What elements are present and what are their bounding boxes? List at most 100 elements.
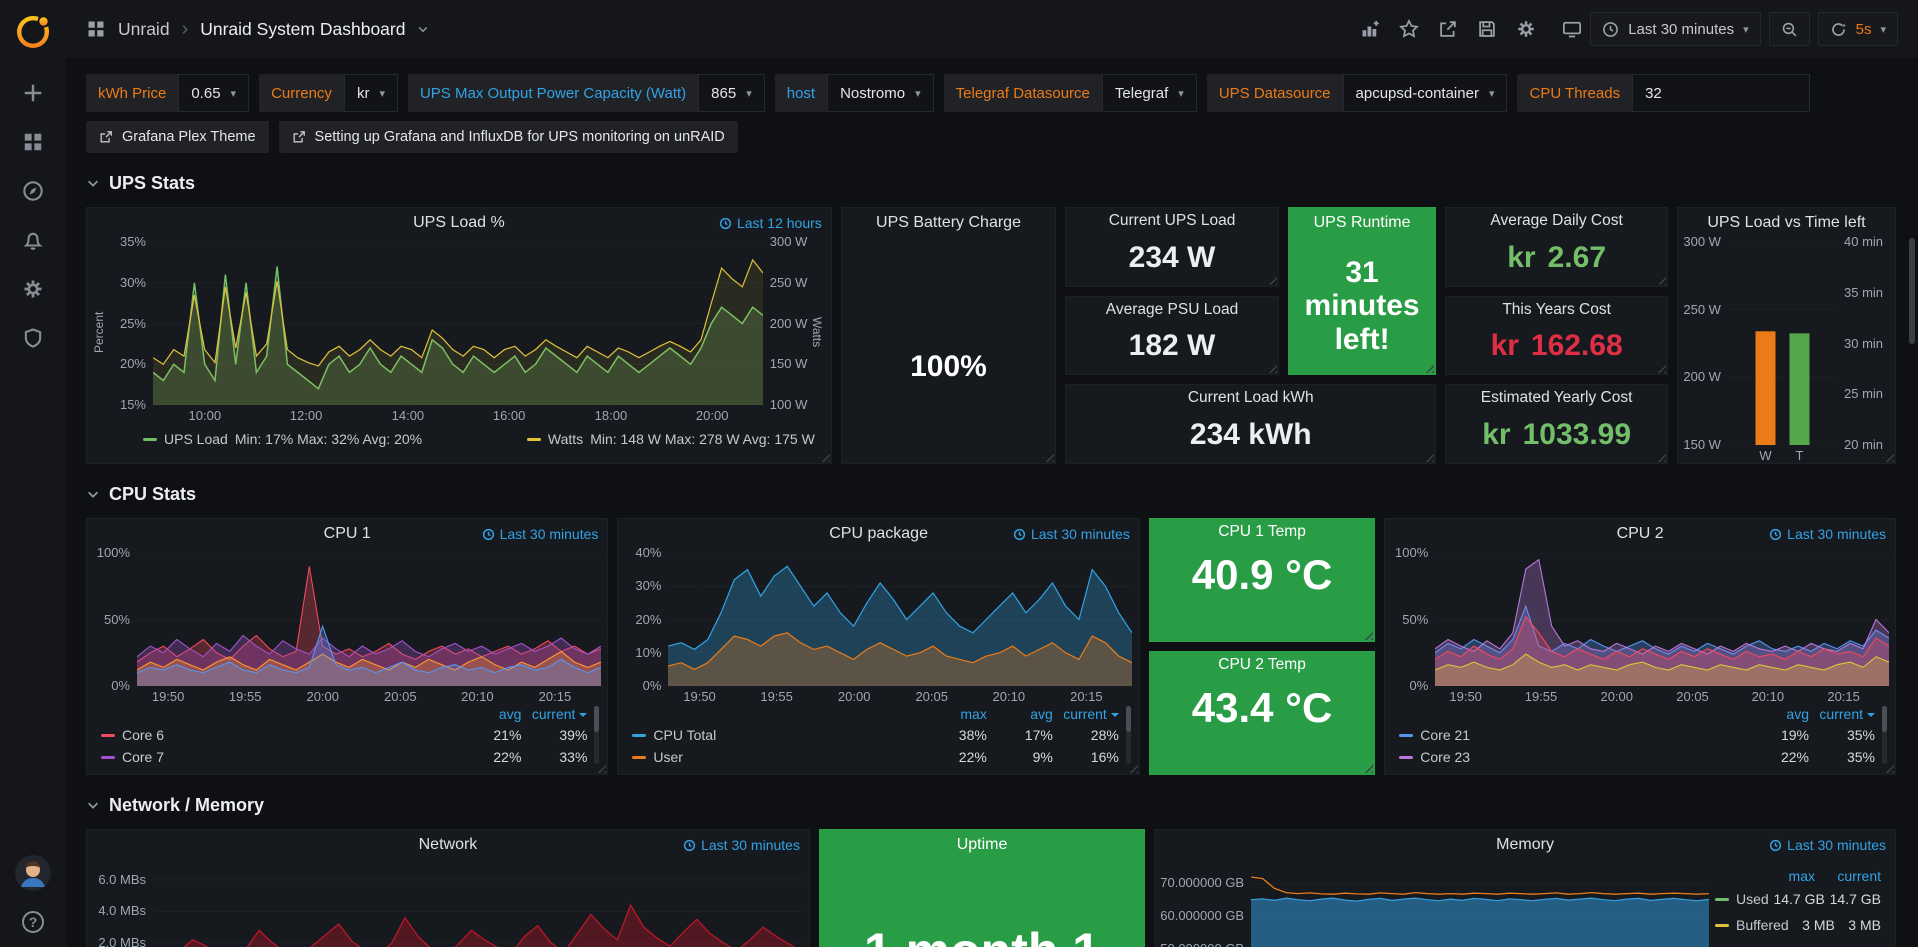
legend-column[interactable]: avg — [455, 706, 521, 722]
add-panel-icon[interactable] — [1360, 19, 1380, 39]
axis-tick-label: 50.000000 GB — [1160, 941, 1244, 947]
legend-item[interactable]: Watts Min: 148 W Max: 278 W Avg: 175 W — [527, 431, 815, 447]
variable-value-dropdown[interactable]: kr▾ — [344, 74, 398, 112]
legend-item[interactable]: UPS Load Min: 17% Max: 32% Avg: 20% — [143, 431, 422, 447]
legend-column[interactable]: current — [1815, 868, 1881, 884]
panel-title[interactable]: Current Load kWh — [1066, 385, 1435, 411]
variable-value-dropdown[interactable]: 865▾ — [698, 74, 765, 112]
variable-value-dropdown[interactable]: Nostromo▾ — [827, 74, 934, 112]
panel-title[interactable]: UPS Runtime — [1289, 208, 1435, 238]
explore-compass-icon[interactable] — [22, 180, 44, 202]
zoom-out-button[interactable] — [1769, 12, 1810, 46]
legend-column-sort[interactable]: current — [1809, 706, 1875, 722]
apps-grid-icon[interactable] — [86, 19, 106, 39]
panel-title[interactable]: Average Daily Cost — [1446, 208, 1667, 234]
series-name[interactable]: User — [653, 749, 920, 765]
legend-scrollbar[interactable] — [594, 706, 599, 764]
page-scrollbar[interactable] — [1909, 238, 1915, 344]
variable-ups-datasource[interactable]: UPS Datasource apcupsd-container▾ — [1207, 74, 1508, 112]
chevron-down-icon[interactable] — [417, 23, 429, 35]
memory-chart[interactable] — [1251, 864, 1709, 947]
section-header-network-memory[interactable]: Network / Memory — [86, 789, 1896, 821]
series-name[interactable]: CPU Total — [653, 727, 920, 743]
series-name[interactable]: Core 23 — [1420, 749, 1743, 765]
variable-ups-max-output[interactable]: UPS Max Output Power Capacity (Watt) 865… — [408, 74, 765, 112]
link-grafana-plex-theme[interactable]: Grafana Plex Theme — [86, 121, 269, 153]
axis-tick-label: 30% — [120, 275, 146, 290]
panel-title[interactable]: Uptime — [820, 830, 1144, 860]
legend-column-sort[interactable]: current — [1053, 706, 1119, 722]
save-icon[interactable] — [1477, 19, 1497, 39]
series-value: 19% — [1743, 727, 1809, 743]
cpu-package-chart[interactable] — [668, 553, 1132, 686]
star-icon[interactable] — [1399, 19, 1419, 39]
axis-tick-label: 100% — [97, 545, 130, 560]
series-name[interactable]: Core 21 — [1420, 727, 1743, 743]
admin-shield-icon[interactable] — [22, 327, 44, 349]
series-value: 28% — [1053, 727, 1119, 743]
breadcrumb-app[interactable]: Unraid — [118, 19, 170, 40]
panel-title[interactable]: Current UPS Load — [1066, 208, 1278, 234]
variable-value-dropdown[interactable]: 0.65▾ — [178, 74, 249, 112]
create-plus-icon[interactable] — [22, 82, 44, 104]
panel-title[interactable]: CPU 2 Temp — [1150, 652, 1374, 678]
stat-value: 31 minutes left! — [1289, 238, 1435, 374]
panel-ups-runtime: UPS Runtime 31 minutes left! — [1288, 207, 1436, 375]
variable-host[interactable]: host Nostromo▾ — [775, 74, 934, 112]
panel-title[interactable]: Estimated Yearly Cost — [1446, 385, 1667, 411]
help-icon[interactable]: ? — [22, 911, 44, 933]
load-vs-time-bar-chart[interactable] — [1728, 242, 1837, 445]
user-avatar[interactable] — [15, 855, 51, 891]
axis-tick-label: 40 min — [1844, 234, 1883, 249]
share-icon[interactable] — [1438, 19, 1458, 39]
cpu2-chart[interactable] — [1435, 553, 1889, 686]
series-name[interactable]: Used — [1736, 891, 1769, 907]
variable-value-dropdown[interactable]: apcupsd-container▾ — [1343, 74, 1508, 112]
refresh-icon — [1830, 21, 1847, 38]
dashboard-content: kWh Price 0.65▾ Currency kr▾ UPS Max Out… — [66, 58, 1918, 947]
configuration-gear-icon[interactable] — [22, 278, 44, 300]
variable-kwh-price[interactable]: kWh Price 0.65▾ — [86, 74, 249, 112]
section-header-cpu-stats[interactable]: CPU Stats — [86, 478, 1896, 510]
cpu1-chart[interactable] — [137, 553, 601, 686]
y-axis-left: 0%50%100% — [1389, 553, 1435, 686]
legend-column[interactable]: avg — [1743, 706, 1809, 722]
legend-scrollbar[interactable] — [1882, 706, 1887, 764]
alerting-bell-icon[interactable] — [22, 229, 44, 251]
axis-tick-label: 15% — [120, 397, 146, 412]
variable-telegraf-datasource[interactable]: Telegraf Datasource Telegraf▾ — [944, 74, 1197, 112]
external-link-icon — [99, 130, 113, 144]
ups-load-chart[interactable] — [153, 242, 763, 405]
legend-column[interactable]: avg — [987, 706, 1053, 722]
settings-gear-icon[interactable] — [1516, 19, 1536, 39]
legend-column[interactable]: max — [921, 706, 987, 722]
dashboards-icon[interactable] — [22, 131, 44, 153]
panel-title[interactable]: CPU 1 Temp — [1150, 519, 1374, 545]
series-name[interactable]: Core 7 — [122, 749, 455, 765]
time-range-label: Last 30 minutes — [1628, 21, 1734, 38]
variable-value-dropdown[interactable]: Telegraf▾ — [1102, 74, 1197, 112]
grafana-logo[interactable] — [13, 12, 53, 52]
legend-scrollbar[interactable] — [1126, 706, 1131, 764]
panel-title[interactable]: This Years Cost — [1446, 297, 1667, 323]
legend-column[interactable]: max — [1749, 868, 1815, 884]
refresh-button[interactable]: 5s ▾ — [1818, 12, 1898, 46]
network-chart[interactable] — [153, 864, 803, 947]
dashboard-title[interactable]: Unraid System Dashboard — [200, 19, 405, 40]
series-name[interactable]: Buffered — [1736, 917, 1789, 933]
axis-tick-label: 300 W — [1683, 234, 1721, 249]
time-range-picker[interactable]: Last 30 minutes ▾ — [1590, 12, 1760, 46]
panel-title[interactable]: Average PSU Load — [1066, 297, 1278, 323]
legend-column-sort[interactable]: current — [521, 706, 587, 722]
series-name[interactable]: Core 6 — [122, 727, 455, 743]
variable-currency[interactable]: Currency kr▾ — [259, 74, 398, 112]
variable-value-input[interactable]: 32 — [1632, 74, 1810, 112]
axis-tick-label: 35% — [120, 234, 146, 249]
axis-tick-label: 200 W — [770, 316, 808, 331]
panel-title[interactable]: UPS Battery Charge — [842, 208, 1055, 238]
variable-cpu-threads[interactable]: CPU Threads 32 — [1517, 74, 1810, 112]
section-header-ups-stats[interactable]: UPS Stats — [86, 167, 1896, 199]
legend-row: Core 7 22% 33% — [101, 746, 587, 768]
link-ups-monitoring-guide[interactable]: Setting up Grafana and InfluxDB for UPS … — [279, 121, 738, 153]
cycle-view-monitor-icon[interactable] — [1562, 19, 1582, 39]
